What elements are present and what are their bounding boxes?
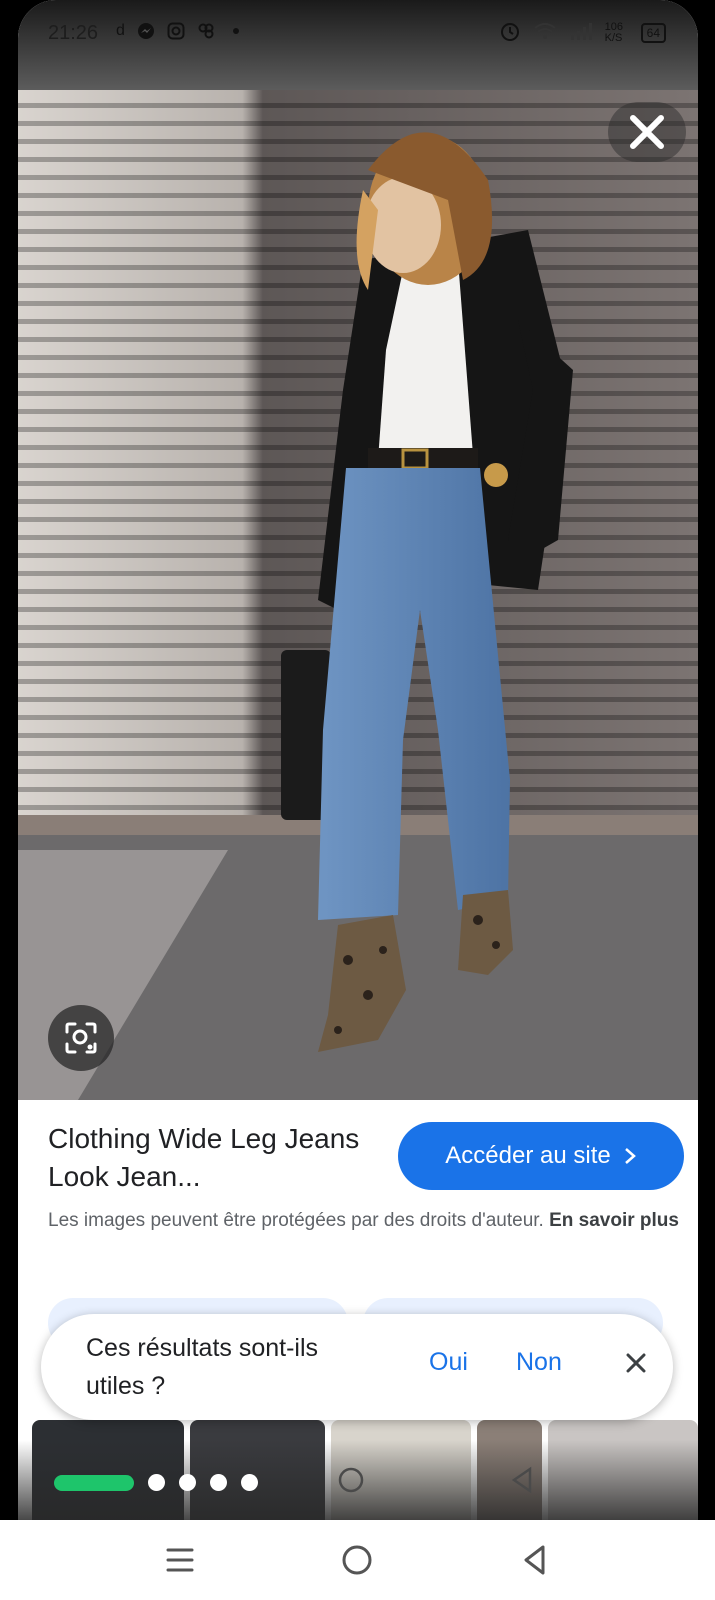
dot-icon — [227, 22, 245, 45]
copyright-text: Les images peuvent être protégées par de… — [48, 1210, 544, 1231]
system-nav-bar — [0, 1520, 715, 1600]
back-icon[interactable] — [513, 1538, 557, 1582]
ghost-home-icon — [338, 1467, 364, 1493]
result-title[interactable]: Clothing Wide Leg Jeans Look Jean... — [48, 1120, 368, 1196]
ghost-back-icon — [511, 1466, 532, 1494]
alarm-icon — [499, 20, 521, 46]
tab-dot[interactable] — [241, 1474, 258, 1491]
close-icon — [630, 115, 664, 149]
photo-illustration — [18, 90, 698, 1100]
lens-icon — [65, 1022, 97, 1054]
feedback-prompt: Ces résultats sont-ils utiles ? Oui Non — [41, 1314, 673, 1420]
active-tab-pill — [54, 1474, 134, 1491]
screen: 21:26 d 106 K/S 64 Clothing Wide Leg Jea… — [18, 0, 698, 1520]
notification-icons: d — [116, 22, 245, 45]
battery-indicator: 64 — [640, 23, 666, 43]
messenger-icon — [137, 22, 155, 45]
feedback-close-icon[interactable] — [621, 1348, 651, 1378]
learn-more-link[interactable]: En savoir plus — [549, 1210, 679, 1231]
close-button[interactable] — [608, 102, 686, 162]
chevron-right-icon — [624, 1148, 636, 1164]
d-icon: d — [116, 22, 125, 39]
instagram-icon — [167, 22, 185, 45]
network-speed: 106 K/S — [604, 21, 623, 44]
status-bar: 21:26 d 106 K/S 64 — [18, 0, 698, 90]
lens-search-button[interactable] — [48, 1005, 114, 1071]
tab-dot[interactable] — [210, 1474, 227, 1491]
recent-apps-icon[interactable] — [158, 1538, 202, 1582]
visit-site-label: Accéder au site — [445, 1142, 611, 1169]
app-icon — [197, 22, 215, 45]
status-time: 21:26 — [48, 22, 99, 44]
system-icons: 106 K/S 64 — [499, 20, 666, 46]
tab-indicator — [54, 1474, 258, 1491]
tab-dot[interactable] — [179, 1474, 196, 1491]
preview-image[interactable] — [18, 90, 698, 1100]
signal-icon — [569, 21, 593, 45]
copyright-notice: Les images peuvent être protégées par de… — [48, 1205, 688, 1236]
feedback-no-button[interactable]: Non — [516, 1348, 562, 1377]
tab-dot[interactable] — [148, 1474, 165, 1491]
visit-site-button[interactable]: Accéder au site — [398, 1122, 684, 1190]
home-icon[interactable] — [335, 1538, 379, 1582]
feedback-yes-button[interactable]: Oui — [429, 1348, 468, 1377]
wifi-icon — [533, 21, 557, 45]
feedback-question: Ces résultats sont-ils utiles ? — [86, 1334, 319, 1400]
